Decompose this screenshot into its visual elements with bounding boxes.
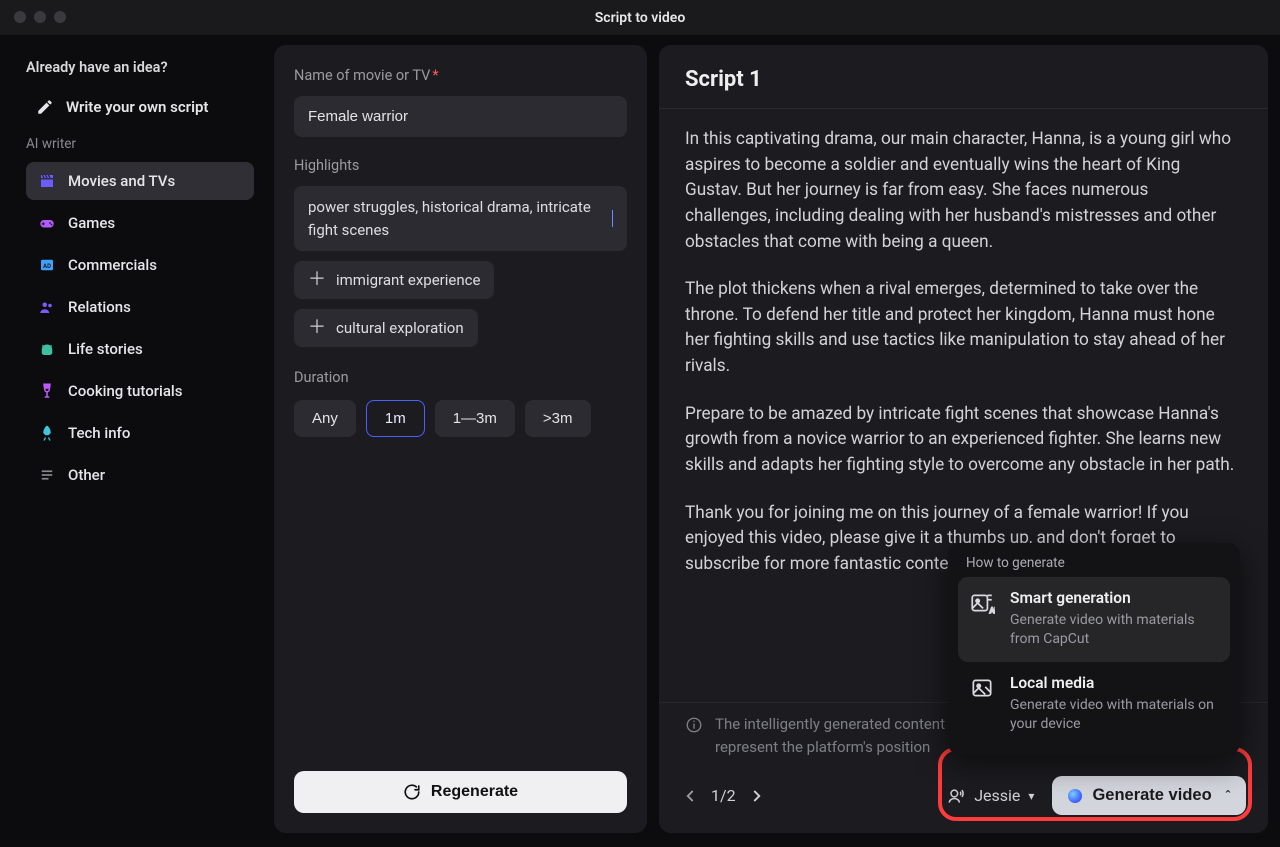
prev-page-button[interactable] bbox=[681, 787, 699, 805]
voice-name: Jessie bbox=[974, 786, 1020, 805]
write-own-script-label: Write your own script bbox=[66, 98, 208, 116]
regenerate-button[interactable]: Regenerate bbox=[294, 771, 627, 813]
sidebar-item-label: Other bbox=[68, 466, 105, 484]
bars-icon bbox=[38, 466, 56, 484]
highlight-suggestion-1[interactable]: ＋ immigrant experience bbox=[294, 261, 494, 299]
sparkle-orb-icon bbox=[1068, 789, 1082, 803]
duration-option-Any[interactable]: Any bbox=[294, 400, 356, 437]
sidebar-item-label: Games bbox=[68, 214, 115, 232]
sidebar-item-other[interactable]: Other bbox=[26, 456, 254, 494]
text-caret bbox=[612, 210, 613, 227]
sidebar-item-label: Commercials bbox=[68, 256, 157, 274]
ai-writer-heading: AI writer bbox=[26, 136, 254, 152]
chevron-up-icon: ˆ bbox=[1226, 788, 1230, 803]
rocket-icon bbox=[38, 424, 56, 442]
svg-text:AI: AI bbox=[990, 605, 995, 614]
sidebar-item-games[interactable]: Games bbox=[26, 204, 254, 242]
gamepad-icon bbox=[38, 214, 56, 232]
sidebar-item-cooking-tutorials[interactable]: Cooking tutorials bbox=[26, 372, 254, 410]
sidebar-item-commercials[interactable]: AD Commercials bbox=[26, 246, 254, 284]
generate-video-label: Generate video bbox=[1092, 786, 1211, 805]
pager: 1/2 bbox=[681, 786, 766, 805]
voice-selector[interactable]: Jessie ▾ bbox=[946, 786, 1034, 806]
script-title: Script 1 bbox=[685, 67, 1242, 92]
svg-text:AD: AD bbox=[43, 263, 51, 270]
refresh-icon bbox=[403, 783, 421, 801]
page-indicator: 1/2 bbox=[711, 786, 736, 805]
window-controls bbox=[14, 11, 66, 23]
generate-popover: How to generate AI Smart generation Genera… bbox=[948, 543, 1240, 755]
pencil-icon bbox=[36, 98, 54, 116]
form-panel: Name of movie or TV* Highlights power st… bbox=[274, 45, 647, 833]
sidebar-item-label: Movies and TVs bbox=[68, 172, 175, 190]
clapper-icon bbox=[38, 172, 56, 190]
sidebar-item-label: Life stories bbox=[68, 340, 143, 358]
popover-option-local-media[interactable]: Local media Generate video with materials… bbox=[958, 662, 1230, 747]
name-label: Name of movie or TV* bbox=[294, 67, 627, 84]
highlight-main-chip[interactable]: power struggles, historical drama, intri… bbox=[294, 186, 627, 251]
highlight-suggestion-2[interactable]: ＋ cultural exploration bbox=[294, 309, 478, 347]
plus-icon: ＋ bbox=[308, 319, 326, 337]
sidebar-item-life-stories[interactable]: Life stories bbox=[26, 330, 254, 368]
sidebar-item-movies-and-tvs[interactable]: Movies and TVs bbox=[26, 162, 254, 200]
sidebar-item-label: Tech info bbox=[68, 424, 130, 442]
write-own-script-button[interactable]: Write your own script bbox=[26, 92, 254, 122]
duration-option-13m[interactable]: 1—3m bbox=[435, 400, 515, 437]
sidebar-item-label: Cooking tutorials bbox=[68, 382, 182, 400]
script-paragraph: In this captivating drama, our main char… bbox=[685, 127, 1238, 255]
popover-option-title: Smart generation bbox=[1010, 589, 1220, 607]
close-window-dot[interactable] bbox=[14, 11, 26, 23]
popover-option-desc: Generate video with materials on your de… bbox=[1010, 696, 1220, 735]
script-paragraph: The plot thickens when a rival emerges, … bbox=[685, 277, 1238, 380]
chevron-down-icon: ▾ bbox=[1028, 789, 1034, 803]
duration-option-1m[interactable]: 1m bbox=[366, 400, 425, 437]
sidebar: Already have an idea? Write your own scr… bbox=[12, 45, 262, 833]
highlight-suggestion-1-label: immigrant experience bbox=[336, 271, 480, 289]
highlights-label: Highlights bbox=[294, 157, 627, 174]
info-icon bbox=[685, 716, 703, 734]
ad-icon: AD bbox=[38, 256, 56, 274]
cat-icon bbox=[38, 340, 56, 358]
minimize-window-dot[interactable] bbox=[34, 11, 46, 23]
popover-option-desc: Generate video with materials from CapCu… bbox=[1010, 611, 1220, 650]
sidebar-item-tech-info[interactable]: Tech info bbox=[26, 414, 254, 452]
people-icon bbox=[38, 298, 56, 316]
duration-options: Any 1m 1—3m >3m bbox=[294, 400, 627, 437]
duration-label: Duration bbox=[294, 369, 627, 386]
script-paragraph: Prepare to be amazed by intricate fight … bbox=[685, 402, 1238, 479]
plus-icon: ＋ bbox=[308, 271, 326, 289]
smart-generation-icon: AI bbox=[968, 589, 996, 617]
window-title: Script to video bbox=[595, 10, 686, 26]
duration-option-3m[interactable]: >3m bbox=[525, 400, 591, 437]
script-panel: Script 1 In this captivating drama, our … bbox=[659, 45, 1268, 833]
sidebar-item-relations[interactable]: Relations bbox=[26, 288, 254, 326]
popover-option-smart-generation[interactable]: AI Smart generation Generate video with ma… bbox=[958, 577, 1230, 662]
maximize-window-dot[interactable] bbox=[54, 11, 66, 23]
sidebar-item-label: Relations bbox=[68, 298, 131, 316]
voice-icon bbox=[946, 786, 966, 806]
highlight-suggestion-2-label: cultural exploration bbox=[336, 319, 464, 337]
movie-name-input[interactable] bbox=[294, 96, 627, 137]
popover-title: How to generate bbox=[958, 555, 1230, 577]
highlight-main-text: power struggles, historical drama, intri… bbox=[308, 196, 611, 241]
popover-option-title: Local media bbox=[1010, 674, 1220, 692]
titlebar: Script to video bbox=[0, 0, 1280, 35]
wine-icon bbox=[38, 382, 56, 400]
next-page-button[interactable] bbox=[748, 787, 766, 805]
local-media-icon bbox=[968, 674, 996, 702]
sidebar-idea-heading: Already have an idea? bbox=[26, 59, 254, 76]
regenerate-label: Regenerate bbox=[431, 783, 518, 801]
generate-video-button[interactable]: Generate video ˆ bbox=[1052, 776, 1246, 815]
